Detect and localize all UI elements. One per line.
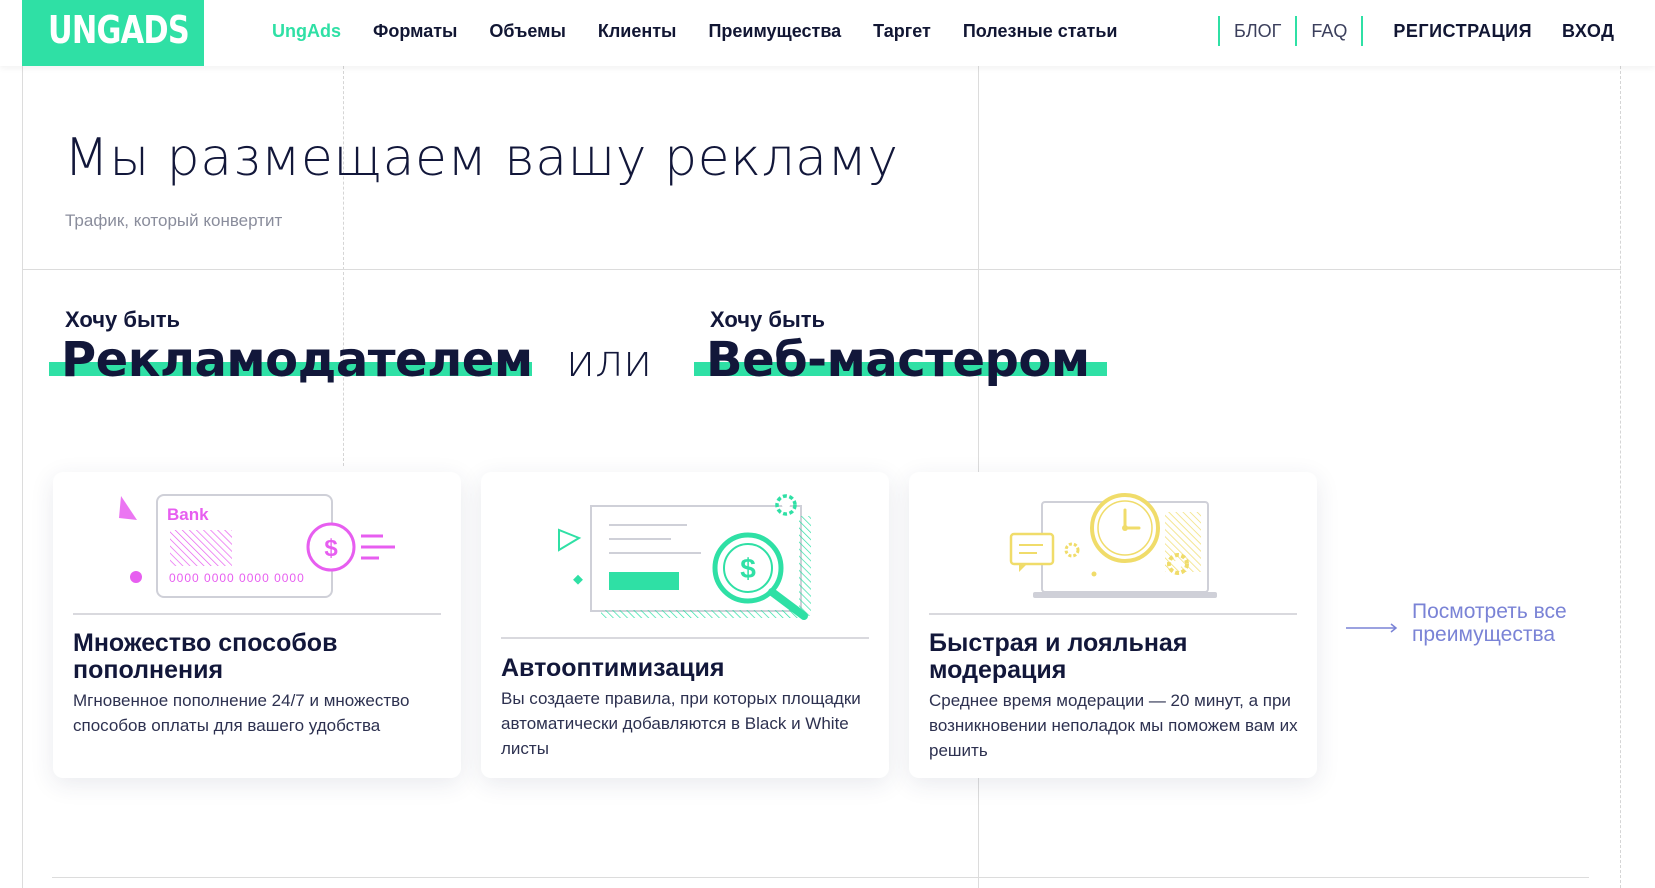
want-label-advertiser: Хочу быть	[65, 307, 181, 332]
card-title: Множество способов пополнения	[73, 629, 338, 684]
grid-line	[1620, 66, 1621, 888]
secondary-nav: БЛОГ FAQ РЕГИСТРАЦИЯ ВХОД	[1218, 0, 1615, 62]
or-label: или	[566, 336, 653, 387]
main-nav: UngAds Форматы Объемы Клиенты Преимущест…	[272, 0, 1150, 62]
register-link[interactable]: РЕГИСТРАЦИЯ	[1393, 21, 1532, 42]
grid-line	[22, 269, 1621, 270]
site-header: UNGADS UngAds Форматы Объемы Клиенты Пре…	[0, 0, 1655, 66]
laptop-clock-icon	[1009, 493, 1217, 598]
nav-item-clients[interactable]: Клиенты	[598, 21, 677, 42]
card-divider	[73, 613, 441, 615]
faq-link[interactable]: FAQ	[1297, 21, 1361, 42]
nav-item-target[interactable]: Таргет	[873, 21, 931, 42]
advertiser-link[interactable]: Рекламодателем	[61, 332, 533, 388]
search-dollar-icon: $	[558, 494, 811, 620]
card-divider	[501, 637, 869, 639]
nav-separator	[1361, 16, 1364, 46]
page-title: Мы размещаем вашу рекламу	[64, 128, 899, 188]
grid-line	[52, 877, 1589, 878]
card-title: Быстрая и лояльная модерация	[929, 629, 1188, 684]
nav-item-volumes[interactable]: Объемы	[489, 21, 565, 42]
card-text: Среднее время модерации — 20 минут, а пр…	[929, 691, 1298, 760]
svg-text:$: $	[740, 553, 756, 584]
nav-item-formats[interactable]: Форматы	[373, 21, 457, 42]
card-title: Автооптимизация	[501, 654, 725, 682]
page-subtitle: Трафик, который конвертит	[65, 211, 283, 230]
svg-text:$: $	[324, 535, 338, 562]
webmaster-link[interactable]: Веб-мастером	[706, 332, 1090, 388]
card-divider	[929, 613, 1297, 615]
grid-line	[22, 66, 23, 888]
blog-link[interactable]: БЛОГ	[1220, 21, 1295, 42]
logo[interactable]: UNGADS	[22, 0, 204, 66]
feature-card-payment: Bank 0000 0000 0000 0000 $ Множество спо…	[53, 472, 461, 778]
card-text: Вы создаете правила, при которых площадк…	[501, 689, 861, 758]
feature-card-moderation: Быстрая и лояльная модерация Среднее вре…	[909, 472, 1317, 778]
see-all-advantages-link[interactable]: Посмотреть все преимущества	[1412, 600, 1567, 646]
bank-card-dollar-icon: Bank 0000 0000 0000 0000 $	[119, 494, 395, 598]
nav-item-ungads[interactable]: UngAds	[272, 21, 341, 42]
grid-line	[343, 66, 344, 466]
card-text: Мгновенное пополнение 24/7 и множество с…	[73, 691, 410, 735]
feature-card-autooptimization: $ Автооптимизация Вы создаете правила, п…	[481, 472, 889, 778]
see-all-line2[interactable]: преимущества	[1412, 623, 1567, 646]
long-arrow-right-icon[interactable]	[1346, 623, 1398, 633]
nav-item-advantages[interactable]: Преимущества	[708, 21, 841, 42]
login-link[interactable]: ВХОД	[1562, 21, 1614, 42]
bank-label: Bank	[167, 505, 209, 524]
logo-text[interactable]: UNGADS	[48, 8, 190, 52]
nav-item-articles[interactable]: Полезные статьи	[963, 21, 1118, 42]
want-label-webmaster: Хочу быть	[710, 307, 826, 332]
card-number: 0000 0000 0000 0000	[169, 571, 305, 585]
see-all-line1[interactable]: Посмотреть все	[1412, 600, 1567, 623]
